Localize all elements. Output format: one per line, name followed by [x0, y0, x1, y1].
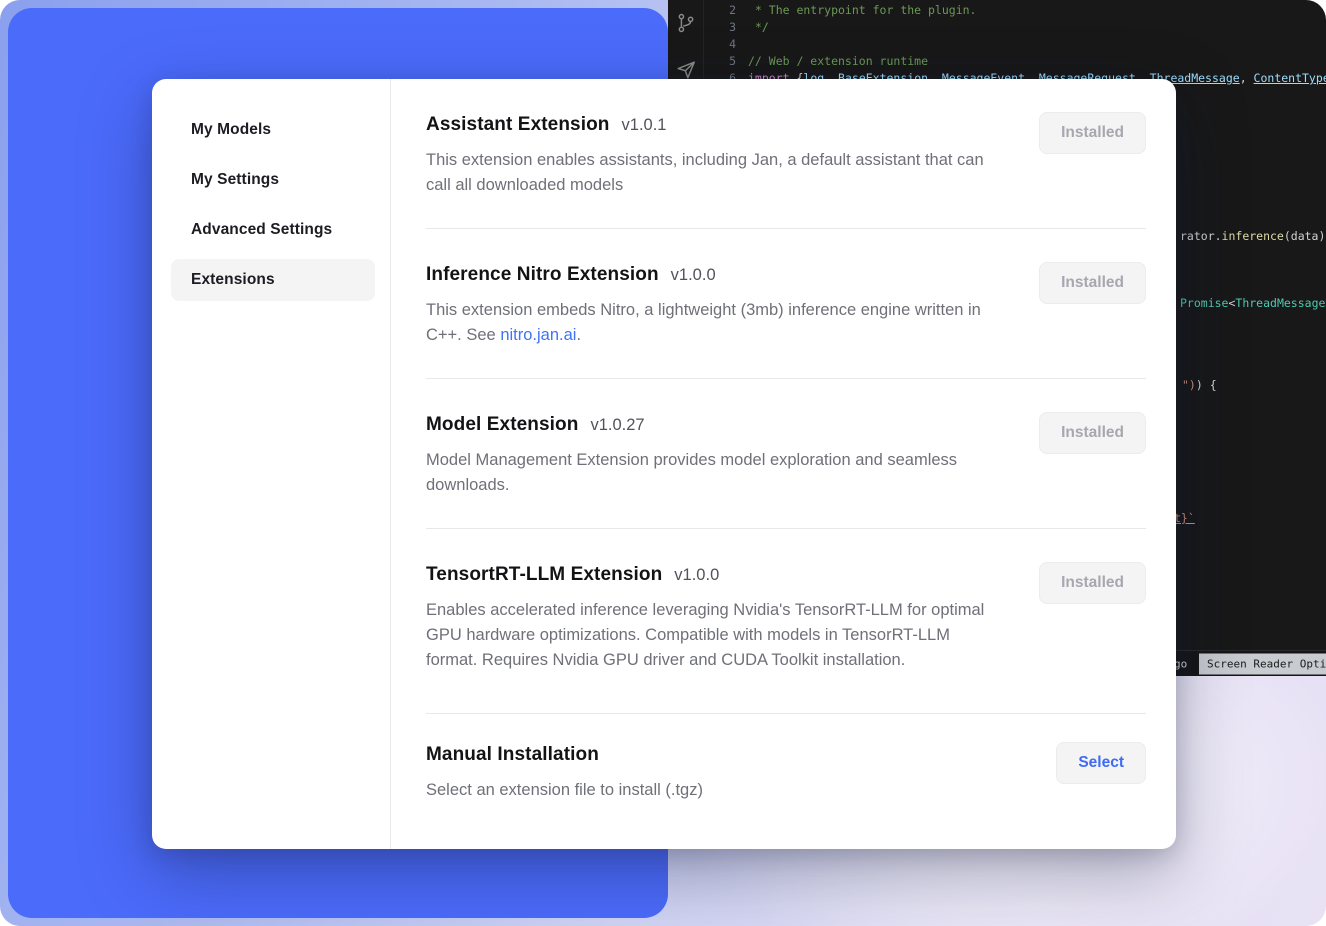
installed-button[interactable]: Installed	[1039, 412, 1146, 454]
extension-title: TensortRT-LLM Extension	[426, 562, 662, 588]
installed-button[interactable]: Installed	[1039, 262, 1146, 304]
select-button[interactable]: Select	[1056, 742, 1146, 784]
sidebar-item-my-settings[interactable]: My Settings	[171, 159, 375, 201]
line-number: 3	[704, 19, 748, 36]
line-number: 2	[704, 2, 748, 19]
sidebar-item-my-models[interactable]: My Models	[171, 109, 375, 151]
extension-title: Model Extension	[426, 412, 578, 438]
extension-version: v1.0.0	[671, 266, 716, 285]
extension-row-tensorrt: TensortRT-LLM Extension v1.0.0 Enables a…	[426, 529, 1146, 714]
manual-installation-description: Select an extension file to install (.tg…	[426, 778, 703, 803]
extensions-panel: Assistant Extension v1.0.1 This extensio…	[390, 79, 1176, 849]
installed-button[interactable]: Installed	[1039, 562, 1146, 604]
screen-reader-badge[interactable]: Screen Reader Optimize	[1199, 653, 1326, 674]
extension-version: v1.0.0	[674, 566, 719, 585]
git-branch-icon[interactable]	[675, 12, 697, 34]
app-window: 2 * The entrypoint for the plugin. 3 */ …	[0, 0, 1326, 926]
extension-description: This extension enables assistants, inclu…	[426, 148, 1004, 198]
code-line: 4	[704, 36, 1326, 53]
settings-sidebar: My Models My Settings Advanced Settings …	[152, 79, 390, 849]
nitro-jan-ai-link[interactable]: nitro.jan.ai	[500, 326, 576, 344]
installed-button[interactable]: Installed	[1039, 112, 1146, 154]
settings-modal: My Models My Settings Advanced Settings …	[152, 79, 1176, 849]
code-line: 3 */	[704, 19, 1326, 36]
line-number: 5	[704, 53, 748, 70]
extension-row-nitro: Inference Nitro Extension v1.0.0 This ex…	[426, 229, 1146, 379]
extension-version: v1.0.1	[622, 116, 667, 135]
code-fragment: t}`	[1174, 510, 1195, 527]
code-line: 5 // Web / extension runtime	[704, 53, 1326, 70]
manual-installation-title: Manual Installation	[426, 742, 599, 768]
sidebar-item-advanced-settings[interactable]: Advanced Settings	[171, 209, 375, 251]
sidebar-item-extensions[interactable]: Extensions	[171, 259, 375, 301]
code-line: 2 * The entrypoint for the plugin.	[704, 2, 1326, 19]
code-fragment: ")) {	[1182, 377, 1217, 394]
extension-row-model: Model Extension v1.0.27 Model Management…	[426, 379, 1146, 529]
extension-row-assistant: Assistant Extension v1.0.1 This extensio…	[426, 79, 1146, 229]
extension-title: Inference Nitro Extension	[426, 262, 659, 288]
extension-version: v1.0.27	[590, 416, 644, 435]
code-fragment: Promise<ThreadMessage>	[1180, 295, 1326, 312]
extension-description: Enables accelerated inference leveraging…	[426, 598, 1004, 673]
manual-installation-row: Manual Installation Select an extension …	[426, 714, 1146, 833]
paper-plane-icon[interactable]	[675, 58, 697, 80]
extension-description: This extension embeds Nitro, a lightweig…	[426, 298, 1004, 348]
line-number: 4	[704, 36, 748, 53]
code-fragment: rator.inference(data));	[1180, 228, 1326, 245]
extension-title: Assistant Extension	[426, 112, 610, 138]
extension-description: Model Management Extension provides mode…	[426, 448, 1004, 498]
